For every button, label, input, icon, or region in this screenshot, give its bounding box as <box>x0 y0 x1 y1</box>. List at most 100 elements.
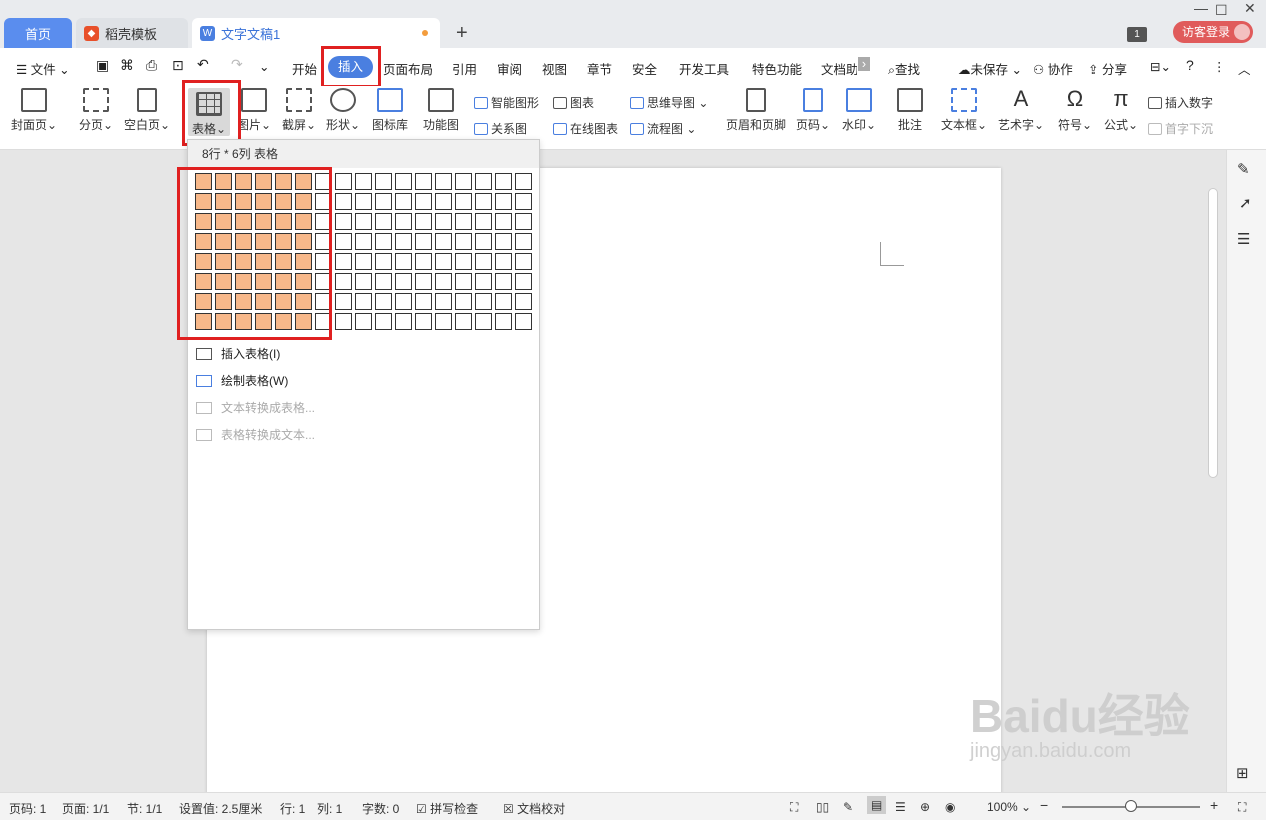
grid-cell[interactable] <box>515 293 532 310</box>
grid-cell[interactable] <box>475 193 492 210</box>
grid-cell[interactable] <box>455 193 472 210</box>
status-words[interactable]: 字数: 0 <box>362 800 399 817</box>
minimize-icon[interactable]: — <box>1194 0 1208 16</box>
grid-cell[interactable] <box>415 213 432 230</box>
grid-cell[interactable] <box>375 233 392 250</box>
grid-cell[interactable] <box>515 253 532 270</box>
grid-cell[interactable] <box>395 193 412 210</box>
menu-reference[interactable]: 引用 <box>452 59 477 78</box>
grid-cell[interactable] <box>355 273 372 290</box>
grid-cell[interactable] <box>335 173 352 190</box>
grid-cell[interactable] <box>415 313 432 330</box>
art-text-button[interactable]: A 艺术字⌄ <box>997 88 1045 133</box>
write-mode-icon[interactable]: ✎ <box>843 800 853 814</box>
smart-art-button[interactable]: 智能图形 <box>474 94 539 111</box>
grid-cell[interactable] <box>395 253 412 270</box>
grid-cell[interactable] <box>435 293 452 310</box>
icon-library-button[interactable]: 图标库 <box>370 88 410 133</box>
grid-cell[interactable] <box>455 213 472 230</box>
login-button[interactable]: 访客登录 <box>1173 21 1253 43</box>
insert-number-button[interactable]: 插入数字 <box>1148 94 1213 111</box>
collapse-ribbon-icon[interactable]: ︿ <box>1238 59 1251 78</box>
preview-icon[interactable]: ⊡ <box>172 57 184 74</box>
tab-template[interactable]: ◆ 稻壳模板 <box>76 18 188 48</box>
select-cursor-icon[interactable]: ➚ <box>1239 194 1252 212</box>
grid-cell[interactable] <box>455 253 472 270</box>
grid-cell[interactable] <box>515 313 532 330</box>
grid-cell[interactable] <box>515 193 532 210</box>
grid-cell[interactable] <box>415 233 432 250</box>
grid-cell[interactable] <box>495 273 512 290</box>
undo-icon[interactable]: ↶ <box>197 56 209 73</box>
header-footer-button[interactable]: 页眉和页脚 <box>724 88 788 133</box>
menu-start[interactable]: 开始 <box>292 59 317 78</box>
help-icon[interactable]: ? <box>1186 57 1194 73</box>
grid-cell[interactable] <box>335 313 352 330</box>
grid-cell[interactable] <box>435 213 452 230</box>
relation-chart-button[interactable]: 关系图 <box>474 120 527 137</box>
grid-cell[interactable] <box>455 293 472 310</box>
grid-cell[interactable] <box>335 253 352 270</box>
maximize-icon[interactable]: ☐ <box>1215 2 1228 19</box>
grid-cell[interactable] <box>455 273 472 290</box>
watermark-button[interactable]: 水印⌄ <box>840 88 878 133</box>
grid-cell[interactable] <box>415 253 432 270</box>
grid-cell[interactable] <box>415 293 432 310</box>
page-number-button[interactable]: 页码⌄ <box>795 88 831 133</box>
grid-cell[interactable] <box>435 313 452 330</box>
edit-pen-icon[interactable]: ✎ <box>1237 160 1250 178</box>
grid-cell[interactable] <box>355 213 372 230</box>
tab-home[interactable]: 首页 <box>4 18 72 48</box>
grid-cell[interactable] <box>335 233 352 250</box>
grid-cell[interactable] <box>515 173 532 190</box>
grid-cell[interactable] <box>375 193 392 210</box>
grid-cell[interactable] <box>415 173 432 190</box>
grid-cell[interactable] <box>495 253 512 270</box>
vertical-scrollbar[interactable] <box>1208 188 1218 478</box>
search-button[interactable]: ⌕查找 <box>888 59 920 78</box>
drop-cap-button[interactable]: 首字下沉 <box>1148 120 1213 137</box>
grid-cell[interactable] <box>495 173 512 190</box>
grid-cell[interactable] <box>475 173 492 190</box>
share-button[interactable]: ⇪ 分享 <box>1088 59 1127 78</box>
symbol-button[interactable]: Ω 符号⌄ <box>1056 88 1094 133</box>
collab-button[interactable]: ⚇ 协作 <box>1033 59 1073 78</box>
picture-button[interactable]: 图片⌄ <box>236 88 272 133</box>
grid-cell[interactable] <box>475 213 492 230</box>
menu-features[interactable]: 特色功能 <box>752 59 802 78</box>
page-view-icon[interactable]: ▤ <box>867 796 887 814</box>
zoom-out-icon[interactable]: − <box>1040 797 1048 813</box>
page-break-button[interactable]: 分页⌄ <box>76 88 116 133</box>
grid-cell[interactable] <box>455 313 472 330</box>
grid-cell[interactable] <box>435 253 452 270</box>
grid-cell[interactable] <box>495 233 512 250</box>
quick-access-dropdown-icon[interactable]: ⌄ <box>259 59 269 74</box>
draw-table-item[interactable]: 绘制表格(W) <box>196 372 288 389</box>
grid-cell[interactable] <box>375 213 392 230</box>
grid-cell[interactable] <box>395 273 412 290</box>
apps-grid-icon[interactable]: ⊞ <box>1236 764 1249 782</box>
textbox-button[interactable]: 文本框⌄ <box>940 88 988 133</box>
redo-icon[interactable]: ↷ <box>231 56 243 73</box>
shape-button[interactable]: 形状⌄ <box>325 88 361 133</box>
grid-cell[interactable] <box>375 173 392 190</box>
eye-protect-icon[interactable]: ◉ <box>945 800 955 814</box>
grid-cell[interactable] <box>475 293 492 310</box>
more-icon[interactable]: ⋮ <box>1213 59 1226 74</box>
flowchart-button[interactable]: 流程图 ⌄ <box>630 120 696 137</box>
grid-cell[interactable] <box>455 233 472 250</box>
web-view-icon[interactable]: ⊕ <box>920 800 930 814</box>
grid-cell[interactable] <box>335 213 352 230</box>
save-icon[interactable]: ▣ <box>96 57 109 74</box>
mindmap-button[interactable]: 思维导图 ⌄ <box>630 94 708 111</box>
grid-cell[interactable] <box>355 233 372 250</box>
grid-cell[interactable] <box>475 253 492 270</box>
grid-cell[interactable] <box>475 273 492 290</box>
grid-cell[interactable] <box>395 213 412 230</box>
formula-button[interactable]: π 公式⌄ <box>1102 88 1140 133</box>
menu-view[interactable]: 视图 <box>542 59 567 78</box>
grid-cell[interactable] <box>375 293 392 310</box>
layout-switch-icon[interactable]: ⊟⌄ <box>1150 59 1171 74</box>
grid-cell[interactable] <box>435 193 452 210</box>
grid-cell[interactable] <box>415 193 432 210</box>
